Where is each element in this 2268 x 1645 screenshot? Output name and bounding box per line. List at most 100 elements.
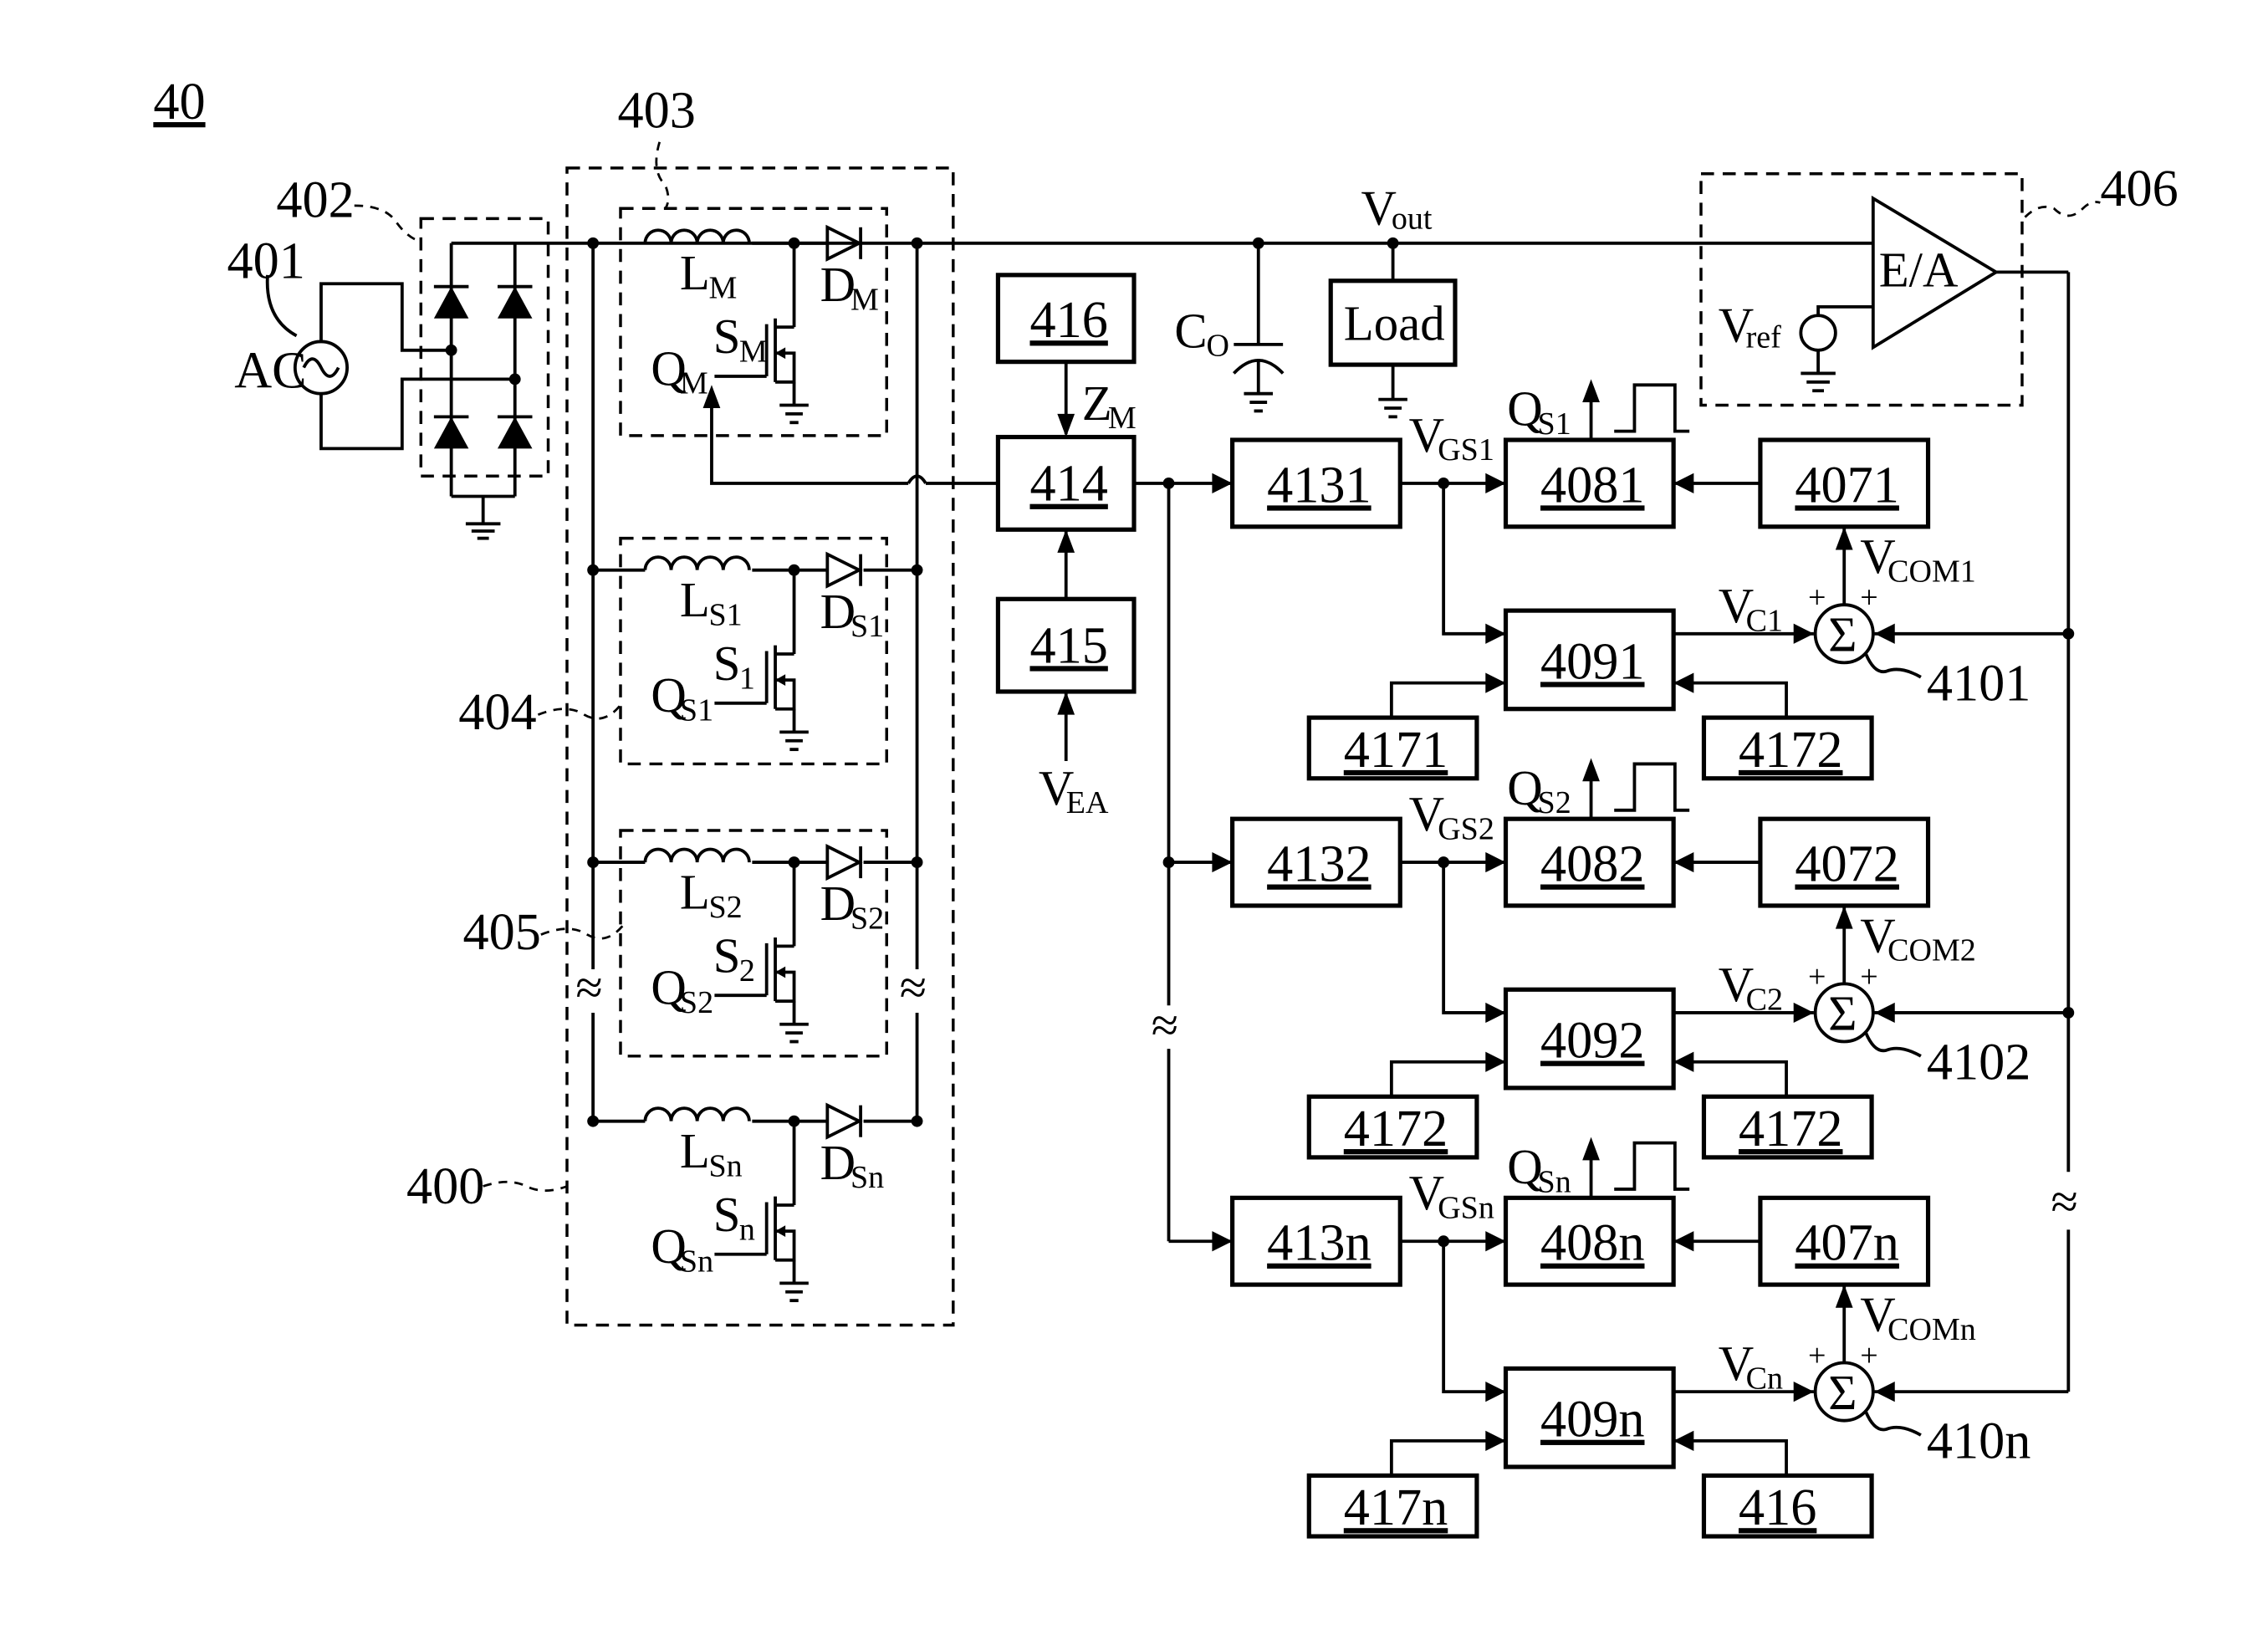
sigma-symbol: Σ <box>1828 1366 1857 1420</box>
rectifier-ref: 402 <box>276 172 354 229</box>
master-stage-gate-sub: M <box>680 366 708 401</box>
converter-group-ref: 400 <box>406 1158 484 1215</box>
slave-stage-2-gate-sub: S2 <box>680 985 713 1020</box>
pulse-waveform-icon <box>1614 383 1690 433</box>
output-capacitor <box>1232 237 1285 413</box>
zm-label-sub: M <box>1108 401 1137 436</box>
sigma-symbol: Σ <box>1828 987 1857 1041</box>
plus-sign: + <box>1808 580 1826 616</box>
vgs-sub: GSn <box>1438 1191 1494 1226</box>
pulse-waveform-icon <box>1614 1141 1690 1191</box>
block-4132-label: 4132 <box>1267 836 1372 893</box>
vcom-sub: COM2 <box>1887 933 1976 968</box>
block-4131-label: 4131 <box>1267 457 1372 513</box>
vcom-sub: COM1 <box>1887 554 1976 590</box>
master-stage-switch-sub: M <box>739 335 768 370</box>
slave-stage-1: LS1 DS1S1QS1 <box>587 536 923 766</box>
slave-stage-n-switch-sub: n <box>739 1212 755 1247</box>
ac-source-ref: 401 <box>227 232 305 289</box>
block-408n-label: 408n <box>1540 1215 1645 1272</box>
plus-sign: + <box>1860 580 1877 616</box>
vgs-sub: GS1 <box>1438 432 1494 467</box>
control-row-1: 4131 4081 4071QS1VGS140914171 4172Σ+ +VC1VCO… <box>1212 379 2069 781</box>
vc-sub: C2 <box>1746 982 1783 1017</box>
slave-stage-1-diode-sub: S1 <box>850 609 884 644</box>
block-4171-label: 4171 <box>1344 722 1448 779</box>
slave-stage-n-gate-sub: Sn <box>680 1244 713 1280</box>
block-417n-label: 417n <box>1344 1479 1448 1536</box>
vgs-sub: GS2 <box>1438 811 1494 846</box>
summer-ref: 4102 <box>1927 1035 2031 1091</box>
block-416-label: 416 <box>1739 1479 1816 1536</box>
block-409n-label: 409n <box>1540 1392 1645 1448</box>
slave-stage-1-ref: 404 <box>458 684 536 741</box>
plus-sign: + <box>1808 1338 1826 1373</box>
slave-stage-1-inductor-sub: S1 <box>709 597 743 632</box>
break-symbol: ≈ <box>2051 1175 2078 1229</box>
master-stage-inductor-label: L <box>680 246 710 300</box>
block-4172-label: 4172 <box>1344 1101 1448 1157</box>
break-symbol: ≈ <box>1152 999 1178 1053</box>
vout-label-sub: out <box>1392 202 1433 237</box>
vref-label-sub: ref <box>1746 319 1782 355</box>
slave-stage-2-switch-sub: 2 <box>739 953 755 989</box>
vcom-sub: COMn <box>1887 1312 1976 1347</box>
load-label: Load <box>1344 297 1445 351</box>
slave-stage-n-inductor-label: L <box>680 1124 710 1178</box>
sigma-symbol: Σ <box>1828 608 1857 662</box>
block-413n-label: 413n <box>1267 1215 1372 1272</box>
summer-ref: 4101 <box>1927 655 2031 712</box>
slave-stage-n: LSn DSnSnQSn <box>587 1102 923 1303</box>
q-signal-sub: S2 <box>1538 785 1571 820</box>
pulse-waveform-icon <box>1614 762 1690 812</box>
master-stage-inductor-sub: M <box>709 271 738 306</box>
slave-stage-2-inductor-label: L <box>680 865 710 919</box>
block-407n-label: 407n <box>1795 1215 1899 1272</box>
cap-label: C <box>1174 304 1207 358</box>
slave-stage-1-gate-sub: S1 <box>680 693 713 728</box>
slave-stage-n-inductor-sub: Sn <box>709 1148 743 1183</box>
slave-stage-1-inductor-label: L <box>680 573 710 627</box>
slave-stage-1-switch-sub: 1 <box>739 662 755 697</box>
vea-label-sub: EA <box>1066 785 1109 820</box>
ac-label: AC <box>234 343 306 400</box>
circuit-diagram: 40 401 AC 402 400 ≈ ≈ LM DMSMQMLS1 DS1S1QS… <box>153 74 2179 1539</box>
slave-stage-n-diode-sub: Sn <box>850 1160 884 1195</box>
cap-label-sub: O <box>1206 329 1228 364</box>
q-signal-sub: Sn <box>1538 1164 1571 1199</box>
block-4072-label: 4072 <box>1795 836 1899 893</box>
block-4091-label: 4091 <box>1540 633 1645 690</box>
figure-ref: 40 <box>153 74 205 130</box>
block-4082-label: 4082 <box>1540 836 1645 893</box>
vc-sub: Cn <box>1746 1361 1783 1397</box>
plus-sign: + <box>1808 959 1826 994</box>
slave-stage-2-ref: 405 <box>462 904 540 961</box>
master-stage-switch-label: S <box>713 309 741 364</box>
slave-stage-2: LS2 DS2S2QS2 <box>587 829 923 1058</box>
block-4092-label: 4092 <box>1540 1013 1645 1070</box>
plus-sign: + <box>1860 959 1877 994</box>
block-416-label: 416 <box>1029 292 1107 349</box>
slave-stage-2-diode-sub: S2 <box>850 902 884 937</box>
control-row-n: 413n 408n 407nQSnVGSn409n417n 416Σ+ +VCnVCOM… <box>1168 1137 2069 1539</box>
slave-stage-2-inductor-sub: S2 <box>709 890 743 925</box>
slave-stage-2-switch-label: S <box>713 929 741 983</box>
slave-stage-n-switch-label: S <box>713 1188 741 1242</box>
break-symbol: ≈ <box>575 961 602 1015</box>
control-row-2: 4132 4082 4072QS2VGS240924172 4172Σ+ +VC2VCO… <box>1168 758 2069 1160</box>
ea-label: E/A <box>1879 243 1959 298</box>
master-stage-diode-sub: M <box>850 282 879 317</box>
block-414-label: 414 <box>1029 456 1107 513</box>
block-4081-label: 4081 <box>1540 457 1645 513</box>
master-stage-ref: 403 <box>618 82 696 139</box>
plus-sign: + <box>1860 1338 1877 1373</box>
break-symbol: ≈ <box>900 961 927 1015</box>
summer-ref: 410n <box>1927 1413 2031 1470</box>
block-4071-label: 4071 <box>1795 457 1899 513</box>
ea-ref: 406 <box>2100 161 2178 217</box>
vc-sub: C1 <box>1746 603 1783 638</box>
q-signal-sub: S1 <box>1538 406 1571 442</box>
block-415-label: 415 <box>1029 617 1107 674</box>
block-4172-label: 4172 <box>1739 1101 1843 1157</box>
slave-stage-1-switch-label: S <box>713 636 741 691</box>
